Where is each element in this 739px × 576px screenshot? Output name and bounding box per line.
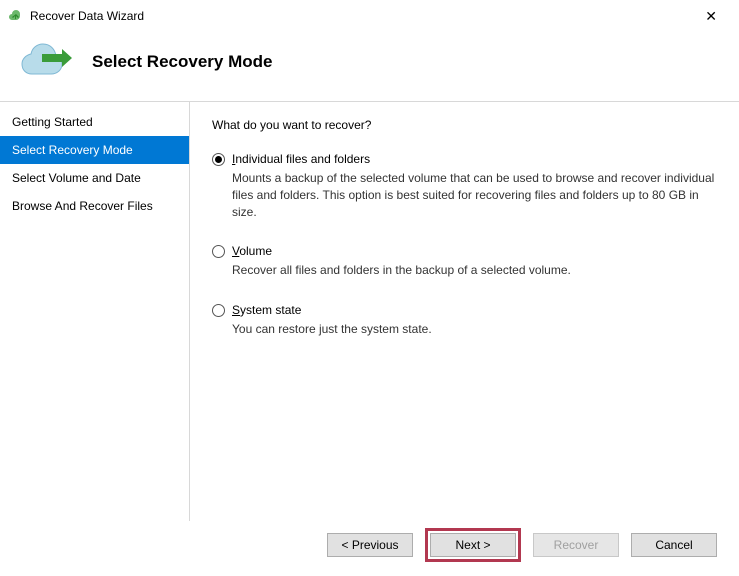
option-label: Volume — [232, 244, 272, 258]
option-description: Recover all files and folders in the bac… — [232, 262, 717, 279]
option-label: System state — [232, 303, 301, 317]
option-description: Mounts a backup of the selected volume t… — [232, 170, 717, 220]
cancel-button[interactable]: Cancel — [631, 533, 717, 557]
sidebar: Getting Started Select Recovery Mode Sel… — [0, 102, 190, 521]
radio-volume[interactable] — [212, 245, 225, 258]
window-title: Recover Data Wizard — [30, 9, 695, 23]
next-button[interactable]: Next > — [430, 533, 516, 557]
option-label: Individual files and folders — [232, 152, 370, 166]
close-icon[interactable]: ✕ — [695, 4, 727, 29]
content: What do you want to recover? Individual … — [190, 102, 739, 521]
app-icon — [8, 8, 24, 24]
cloud-arrow-icon — [18, 40, 74, 83]
header: Select Recovery Mode — [0, 32, 739, 101]
previous-button[interactable]: < Previous — [327, 533, 413, 557]
main-area: Getting Started Select Recovery Mode Sel… — [0, 101, 739, 521]
sidebar-item-getting-started[interactable]: Getting Started — [0, 108, 189, 136]
sidebar-item-select-volume-date[interactable]: Select Volume and Date — [0, 164, 189, 192]
page-title: Select Recovery Mode — [92, 52, 272, 72]
prompt-text: What do you want to recover? — [212, 118, 717, 132]
option-individual-files[interactable]: Individual files and folders Mounts a ba… — [212, 152, 717, 220]
sidebar-item-browse-recover-files[interactable]: Browse And Recover Files — [0, 192, 189, 220]
option-volume[interactable]: Volume Recover all files and folders in … — [212, 244, 717, 279]
option-system-state[interactable]: System state You can restore just the sy… — [212, 303, 717, 338]
titlebar: Recover Data Wizard ✕ — [0, 0, 739, 32]
recover-button: Recover — [533, 533, 619, 557]
radio-system-state[interactable] — [212, 304, 225, 317]
radio-individual-files[interactable] — [212, 153, 225, 166]
option-description: You can restore just the system state. — [232, 321, 717, 338]
footer-buttons: < Previous Next > Recover Cancel — [327, 528, 717, 562]
sidebar-item-select-recovery-mode[interactable]: Select Recovery Mode — [0, 136, 189, 164]
next-button-highlight: Next > — [425, 528, 521, 562]
